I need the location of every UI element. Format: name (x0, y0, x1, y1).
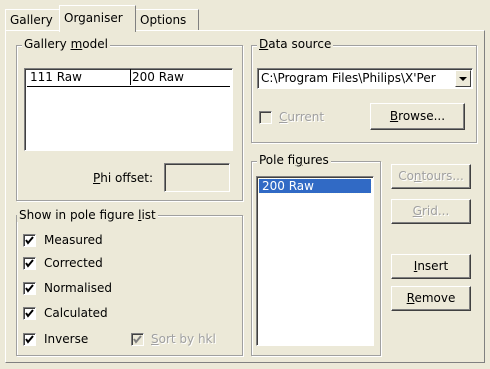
tab-options[interactable]: Options (135, 9, 199, 30)
phi-offset-label: Phi offset: (93, 171, 153, 185)
check-icon (25, 335, 34, 344)
organiser-panel: Gallery model 111 Raw 200 Raw Phi offset… (5, 30, 485, 363)
check-icon (25, 309, 34, 318)
grid-button[interactable]: Grid... (391, 199, 471, 224)
check-icon (25, 259, 34, 268)
gallery-model-list[interactable]: 111 Raw 200 Raw (24, 68, 233, 151)
sort-by-hkl-checkbox[interactable] (131, 333, 144, 346)
show-list-legend: Show in pole figure list (17, 208, 158, 222)
inverse-checkbox[interactable] (23, 333, 36, 346)
current-checkbox[interactable] (259, 111, 272, 124)
data-source-combo[interactable]: C:\Program Files\Philips\X'Per (257, 68, 473, 89)
check-icon (25, 284, 34, 293)
dropdown-button[interactable] (455, 70, 471, 87)
tab-gallery[interactable]: Gallery (5, 9, 60, 30)
tab-organiser-label: Organiser (64, 11, 123, 25)
tab-gallery-label: Gallery (10, 13, 53, 27)
normalised-checkbox[interactable] (23, 282, 36, 295)
contours-button[interactable]: Contours... (391, 164, 471, 189)
column-label: 111 Raw (30, 70, 82, 84)
gallery-model-column[interactable]: 200 Raw (129, 69, 230, 85)
phi-offset-field[interactable] (164, 163, 230, 192)
corrected-checkbox[interactable] (23, 257, 36, 270)
tab-organiser[interactable]: Organiser (59, 5, 136, 32)
measured-checkbox[interactable] (23, 234, 36, 247)
list-divider (27, 86, 230, 87)
data-source-legend: Data source (257, 37, 334, 51)
pole-figures-legend: Pole figures (257, 153, 331, 167)
corrected-label: Corrected (44, 256, 103, 270)
remove-button[interactable]: Remove (391, 286, 471, 311)
check-icon (25, 236, 34, 245)
data-source-path: C:\Program Files\Philips\X'Per (261, 71, 436, 85)
calculated-checkbox[interactable] (23, 307, 36, 320)
calculated-label: Calculated (44, 306, 108, 320)
measured-label: Measured (44, 233, 103, 247)
pole-figures-list[interactable]: 200 Raw (256, 176, 374, 346)
gallery-model-column[interactable]: 111 Raw (27, 69, 131, 85)
current-label: Current (279, 110, 325, 124)
normalised-label: Normalised (44, 281, 113, 295)
chevron-down-icon (459, 77, 467, 81)
browse-button[interactable]: Browse... (370, 103, 465, 130)
inverse-label: Inverse (44, 332, 89, 346)
check-icon (133, 335, 142, 344)
tab-options-label: Options (140, 13, 187, 27)
list-item[interactable]: 200 Raw (258, 178, 372, 194)
sort-by-hkl-label: Sort by hkl (151, 332, 216, 346)
column-label: 200 Raw (132, 70, 184, 84)
gallery-model-legend: Gallery model (22, 37, 110, 51)
insert-button[interactable]: Insert (391, 254, 471, 279)
